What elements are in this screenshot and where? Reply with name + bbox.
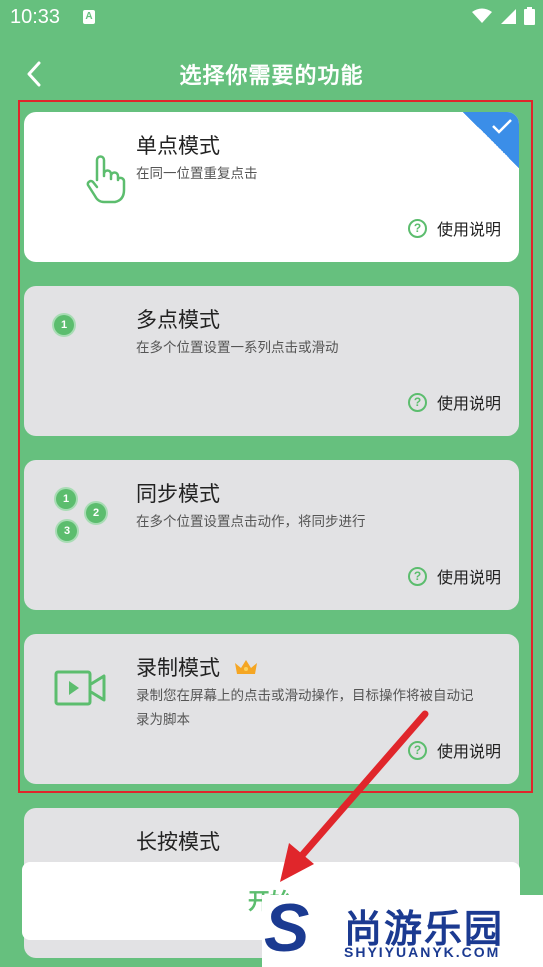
notification-icon: A <box>83 10 95 24</box>
signal-icon <box>501 9 516 24</box>
watermark-logo: S <box>264 890 310 966</box>
page-title: 选择你需要的功能 <box>179 64 364 89</box>
wifi-icon <box>472 8 492 23</box>
mode-title: 长按模式 <box>136 830 220 854</box>
status-bar: 10:33 A <box>0 0 543 36</box>
highlight-frame <box>18 100 533 793</box>
app-header: 选择你需要的功能 <box>0 50 543 98</box>
status-time: 10:33 <box>10 6 61 28</box>
status-icons <box>472 7 535 25</box>
battery-icon <box>524 7 535 25</box>
watermark-url: SHYIYUANYK.COM <box>344 944 501 960</box>
